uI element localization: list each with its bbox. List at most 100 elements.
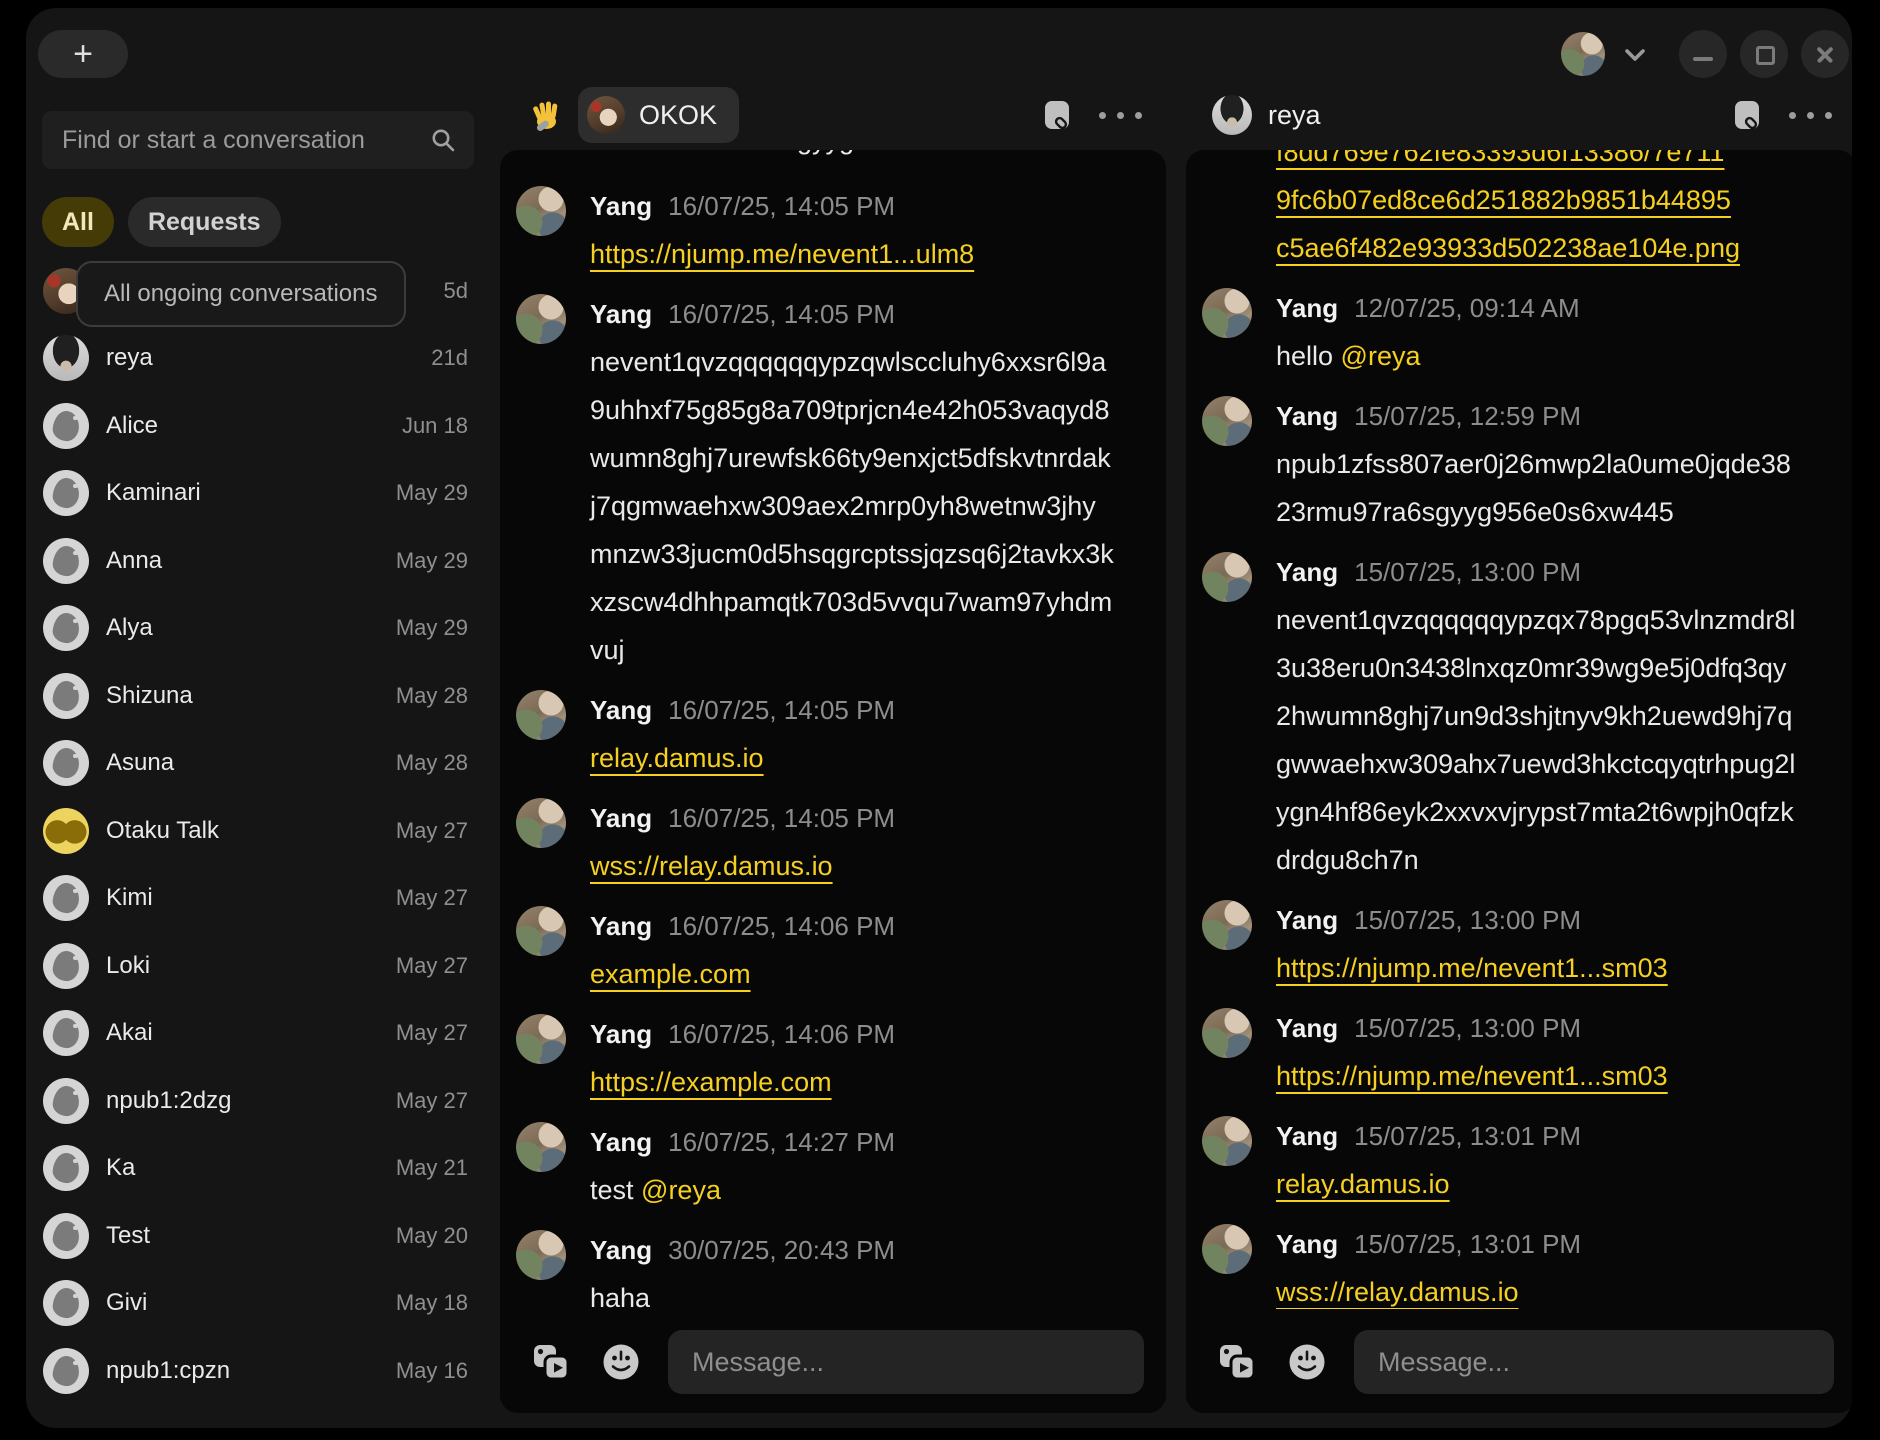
message-part[interactable]: https://njump.me/nevent1...ulm8: [590, 239, 974, 269]
message-avatar[interactable]: [516, 798, 566, 848]
search-input[interactable]: [60, 125, 430, 156]
more-options-icon[interactable]: [1099, 99, 1142, 131]
message-input[interactable]: [1354, 1330, 1834, 1394]
message-avatar[interactable]: [1202, 1224, 1252, 1274]
close-button[interactable]: [1801, 30, 1849, 78]
message-header: Yang 16/07/25, 14:05 PM: [590, 794, 1152, 842]
conversation-timestamp: May 21: [396, 1155, 468, 1181]
message-part[interactable]: example.com: [590, 959, 751, 989]
message-avatar[interactable]: [516, 1122, 566, 1172]
message-part[interactable]: https://example.com: [590, 1067, 832, 1097]
message-part[interactable]: https://njump.me/nevent1...sm03: [1276, 1061, 1668, 1091]
new-conversation-button[interactable]: +: [38, 30, 128, 78]
conversation-item[interactable]: Asuna May 28: [26, 730, 472, 798]
message-text: nevent1qvzqqqqqqypzqwlsccluhy6xxsr6l9a9u…: [590, 338, 1114, 674]
message-avatar[interactable]: [1202, 1008, 1252, 1058]
conversation-avatar: [43, 943, 89, 989]
attach-media-icon[interactable]: [1214, 1339, 1260, 1385]
message-avatar[interactable]: [516, 294, 566, 344]
message-author: Yang: [590, 686, 652, 734]
message-avatar[interactable]: [516, 1230, 566, 1280]
conversation-item[interactable]: Test May 20: [26, 1202, 472, 1270]
conversation-item[interactable]: Akai May 27: [26, 1000, 472, 1068]
message-input[interactable]: [668, 1330, 1144, 1394]
conversation-item[interactable]: npub1:2dzg May 27: [26, 1067, 472, 1135]
message-body: Yang 16/07/25, 14:05 PM relay.damus.io: [590, 686, 1152, 782]
chat-panel-left: gyyg Yang 16/07/25, 14:05 PM: [500, 150, 1166, 1413]
conversation-avatar: [43, 1078, 89, 1124]
message-part[interactable]: @reya: [641, 1175, 721, 1205]
minimize-button[interactable]: [1679, 30, 1727, 78]
attach-media-icon[interactable]: [528, 1339, 574, 1385]
message-scroll-area[interactable]: f8dd769e762fe83393d6f13386/7e7119fc6b07e…: [1186, 150, 1852, 1309]
message-avatar[interactable]: [516, 186, 566, 236]
conversation-timestamp: May 18: [396, 1290, 468, 1316]
message-avatar[interactable]: [516, 1014, 566, 1064]
note-icon[interactable]: [1733, 99, 1761, 131]
message-part[interactable]: wss://relay.damus.io: [590, 851, 833, 881]
message-part[interactable]: f8dd769e762fe83393d6f13386/7e711: [1276, 150, 1800, 176]
conversation-timestamp: May 28: [396, 750, 468, 776]
message-timestamp: 15/07/25, 13:00 PM: [1354, 1004, 1581, 1052]
conversation-item[interactable]: Givi May 18: [26, 1270, 472, 1338]
tab-requests[interactable]: Requests: [128, 197, 281, 247]
message-author: Yang: [590, 1010, 652, 1058]
conversation-item[interactable]: Otaku Talk May 27: [26, 797, 472, 865]
message-text: https://njump.me/nevent1...ulm8: [590, 230, 1114, 278]
message-part[interactable]: relay.damus.io: [1276, 1169, 1450, 1199]
conversation-avatar: [43, 673, 89, 719]
emoji-icon[interactable]: [1284, 1339, 1330, 1385]
conversation-item[interactable]: Alice Jun 18: [26, 392, 472, 460]
conversation-timestamp: May 29: [396, 615, 468, 641]
conversation-item[interactable]: Kaminari May 29: [26, 460, 472, 528]
message-avatar[interactable]: [1202, 396, 1252, 446]
message-avatar[interactable]: [516, 906, 566, 956]
chat-left-header: OKOK: [500, 86, 1166, 144]
conversation-item[interactable]: Ka May 21: [26, 1135, 472, 1203]
conversation-item[interactable]: Alya May 29: [26, 595, 472, 663]
message-part[interactable]: wss://relay.damus.io: [1276, 1277, 1519, 1307]
message-part[interactable]: 9fc6b07ed8ce6d251882b9851b44895: [1276, 176, 1800, 224]
message-part[interactable]: https://njump.me/nevent1...sm03: [1276, 953, 1668, 983]
conversation-item[interactable]: npub1:cpzn May 16: [26, 1337, 472, 1405]
conversation-item[interactable]: Shizuna May 28: [26, 662, 472, 730]
message-avatar[interactable]: [516, 690, 566, 740]
conversation-item[interactable]: Kimi May 27: [26, 865, 472, 933]
message-author: Yang: [1276, 284, 1338, 332]
conversation-name: Shizuna: [106, 682, 379, 710]
message-part[interactable]: c5ae6f482e93933d502238ae104e.png: [1276, 224, 1800, 272]
emoji-icon[interactable]: [598, 1339, 644, 1385]
maximize-button[interactable]: [1740, 30, 1788, 78]
message-part[interactable]: @reya: [1341, 341, 1421, 371]
message: Yang 15/07/25, 12:59 PM npub1zfss807aer0…: [1202, 392, 1842, 536]
conversation-item[interactable]: reya 21d: [26, 325, 472, 393]
conversation-avatar: [43, 875, 89, 921]
message-avatar[interactable]: [1202, 900, 1252, 950]
chevron-down-icon[interactable]: [1624, 48, 1646, 62]
message-timestamp: 15/07/25, 13:01 PM: [1354, 1220, 1581, 1268]
peer-avatar[interactable]: [1212, 95, 1252, 135]
message: Yang 30/07/25, 20:43 PM haha: [516, 1226, 1152, 1309]
message-text: https://example.com: [590, 1058, 1114, 1106]
note-icon[interactable]: [1043, 99, 1071, 131]
more-options-icon[interactable]: [1789, 99, 1832, 131]
conversation-item[interactable]: Anna May 29: [26, 527, 472, 595]
message-avatar[interactable]: [1202, 1116, 1252, 1166]
message-timestamp: 30/07/25, 20:43 PM: [668, 1226, 895, 1274]
message-body: Yang 15/07/25, 12:59 PM npub1zfss807aer0…: [1276, 392, 1842, 536]
conversation-name: npub1:2dzg: [106, 1087, 379, 1115]
tab-all[interactable]: All: [42, 197, 114, 247]
message-text: hello @reya: [1276, 332, 1800, 380]
conversation-name: Givi: [106, 1289, 379, 1317]
conversation-item[interactable]: Loki May 27: [26, 932, 472, 1000]
message-scroll-area[interactable]: gyyg Yang 16/07/25, 14:05 PM: [500, 150, 1166, 1309]
peer-pill[interactable]: OKOK: [578, 87, 739, 143]
message-timestamp: 15/07/25, 12:59 PM: [1354, 392, 1581, 440]
message-part[interactable]: relay.damus.io: [590, 743, 764, 773]
message-avatar[interactable]: [1202, 552, 1252, 602]
message-avatar[interactable]: [1202, 288, 1252, 338]
account-avatar[interactable]: [1561, 32, 1605, 76]
conversation-avatar: [43, 335, 89, 381]
message-timestamp: 16/07/25, 14:06 PM: [668, 1010, 895, 1058]
message: Yang 16/07/25, 14:05 PM nevent1qvzqqqqqq…: [516, 290, 1152, 674]
